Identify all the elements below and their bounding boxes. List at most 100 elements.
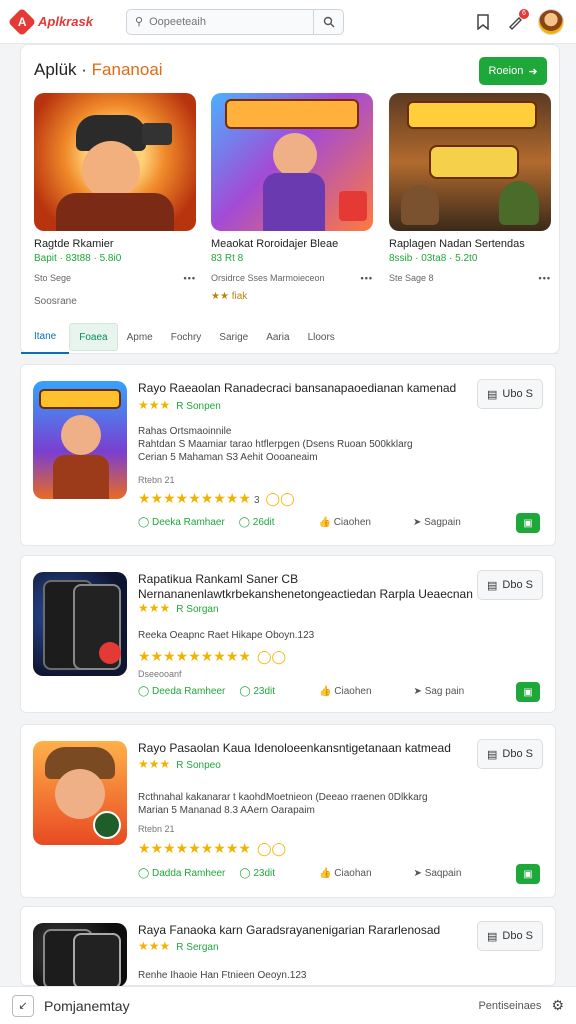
tab-area[interactable]: Aaria <box>257 321 298 354</box>
notification-icon[interactable]: 6 <box>506 8 529 31</box>
download-icon: ▤ <box>487 388 498 401</box>
desc-line: Rahtdan S Maamiar tarao htflerpgen (Dsen… <box>138 439 413 450</box>
game-thumbnail[interactable] <box>389 93 551 231</box>
app-rating: ★★★ R Sonpen <box>138 398 221 412</box>
logo-text: Aplkrask <box>38 14 93 29</box>
install-button[interactable]: ▣ <box>516 513 540 533</box>
collapse-icon[interactable]: ↙ <box>12 994 34 1017</box>
game-price: Bapit · 83t88 · 5.8i0 <box>34 253 122 264</box>
search-input[interactable] <box>143 15 313 28</box>
share-button[interactable]: ➤ Sag pain <box>414 686 465 697</box>
download-button[interactable]: ▤ Dbo S <box>477 570 543 600</box>
tab-apps[interactable]: Apme <box>118 321 162 354</box>
featured-title: Aplük · Fananoai <box>34 60 163 80</box>
game-name: Raplagen Nadan Sertendas <box>389 238 525 250</box>
game-name: Meaokat Roroidajer Bleae <box>211 238 339 250</box>
download-label: Ubo S <box>502 388 533 400</box>
desc-line: Marian 5 Mananad 8.3 AAern Oarapaim <box>138 805 315 816</box>
install-button[interactable]: ▣ <box>516 682 540 702</box>
controller-icon: ◯◯ <box>265 491 295 506</box>
more-options-icon[interactable]: ••• <box>539 273 551 283</box>
arrow-right-icon: ➜ <box>528 65 538 78</box>
app-thumbnail[interactable] <box>33 923 127 987</box>
featured-game-card[interactable]: Raplagen Nadan Sertendas 8ssib · 03ta8 ·… <box>389 93 551 283</box>
app-rating: ★★★ R Sorgan <box>138 601 219 615</box>
logo-mark-icon: A <box>7 7 37 36</box>
tab-featured[interactable]: Foaea <box>69 323 118 351</box>
like-button[interactable]: 👍 Ciaohen <box>318 517 371 528</box>
share-button[interactable]: ➤ Saqpain <box>414 868 462 879</box>
game-meta: Orsidrce Sses Marmoieceon <box>211 273 325 283</box>
tab-series[interactable]: Sarige <box>210 321 257 354</box>
download-button[interactable]: ▤ Ubo S <box>477 379 543 409</box>
developer-link[interactable]: ◯ Dadda Ramheer <box>138 868 225 879</box>
game-thumbnail[interactable] <box>211 93 373 231</box>
desc-line: Rahas Ortsmaoinnile <box>138 426 232 437</box>
game-badge: ★★ fiak <box>211 291 248 302</box>
download-button[interactable]: ▤ Dbo S <box>477 921 543 951</box>
bookmark-icon[interactable] <box>474 13 492 31</box>
app-title[interactable]: Raya Fanaoka karn Garadsrayanenigarian R… <box>138 923 478 938</box>
star-rating: ★★★★★★★★★ ◯◯ <box>138 840 287 856</box>
game-price: 83 Rt 8 <box>211 253 244 264</box>
logo-mark-letter: A <box>17 14 27 29</box>
notification-count-badge: 6 <box>519 8 529 19</box>
desc-line: Rcthnahal kakanarar t kaohdMoetnieon (De… <box>138 792 428 803</box>
size-info: ◯ 23dit <box>239 686 276 697</box>
like-button[interactable]: 👍 Ciaohen <box>319 686 372 697</box>
featured-game-card[interactable]: Meaokat Roroidajer Bleae 83 Rt 8 Orsidrc… <box>211 93 373 302</box>
share-button[interactable]: ➤ Sagpain <box>413 517 461 528</box>
download-icon: ▤ <box>487 748 498 761</box>
app-title[interactable]: Rayo Raeaolan Ranadecraci bansanapaoedia… <box>138 381 478 396</box>
tab-home[interactable]: Itane <box>21 321 70 354</box>
game-price: 8ssib · 03ta8 · 5.2t0 <box>389 253 478 264</box>
game-thumbnail[interactable] <box>34 93 196 231</box>
app-logo[interactable]: A Aplkrask <box>7 7 116 36</box>
featured-subtitle: Soosrane <box>34 296 77 307</box>
more-options-icon[interactable]: ••• <box>361 273 373 283</box>
rating-label: R Sonpeo <box>176 760 221 771</box>
download-button[interactable]: ▤ Dbo S <box>477 739 543 769</box>
like-button[interactable]: 👍 Ciaohan <box>319 868 372 879</box>
install-button[interactable]: ▣ <box>516 864 540 884</box>
featured-action-label: Roeion <box>488 65 524 77</box>
star-rating: ★★★★★★★★★ ◯◯ <box>138 648 287 664</box>
app-rating: ★★★ R Sonpeo <box>138 757 221 771</box>
download-label: Dbo S <box>502 930 533 942</box>
rating-label: R Sergan <box>176 942 219 953</box>
featured-action-button[interactable]: Roeion ➜ <box>479 57 547 85</box>
app-thumbnail[interactable] <box>33 741 127 845</box>
download-icon: ▤ <box>487 930 498 943</box>
app-title[interactable]: Rayo Pasaolan Kaua Idenoloeenkansntigeta… <box>138 741 478 756</box>
tab-more[interactable]: Lloors <box>299 321 344 354</box>
search-icon <box>323 16 334 27</box>
app-thumbnail[interactable] <box>33 572 127 676</box>
controller-icon: ◯◯ <box>256 649 287 664</box>
app-list-item[interactable]: Rayo Raeaolan Ranadecraci bansanapaoedia… <box>20 364 556 546</box>
featured-title-main: Aplük · <box>34 60 87 79</box>
app-title[interactable]: Rapatikua Rankaml Saner CB Nernananenlaw… <box>138 572 478 602</box>
more-options-icon[interactable]: ••• <box>184 273 196 283</box>
download-icon: ▤ <box>487 579 498 592</box>
top-header: A Aplkrask ⚲ 6 <box>0 0 576 44</box>
featured-title-accent: Fananoai <box>91 60 163 79</box>
size-info: ◯ 23dit <box>239 868 276 879</box>
app-small-info: Rtebn 21 <box>138 475 175 485</box>
app-thumbnail[interactable] <box>33 381 127 499</box>
developer-link[interactable]: ◯ Deeka Ramhaer <box>138 517 225 528</box>
app-list-item[interactable]: Rapatikua Rankaml Saner CB Nernananenlaw… <box>20 555 556 713</box>
bottom-bar-status[interactable]: Pentiseinaes <box>478 1000 541 1012</box>
app-list-item[interactable]: Rayo Pasaolan Kaua Idenoloeenkansntigeta… <box>20 724 556 898</box>
tab-category[interactable]: Fochry <box>162 321 211 354</box>
settings-icon[interactable]: ⚙ <box>551 997 564 1014</box>
download-label: Dbo S <box>502 579 533 591</box>
game-meta: Sto Sege <box>34 273 72 283</box>
featured-game-card[interactable]: Ragtde Rkamier Bapit · 83t88 · 5.8i0 Sto… <box>34 93 196 283</box>
user-avatar[interactable] <box>538 8 564 35</box>
app-footer: ◯ Deeda Ramheer ◯ 23dit 👍 Ciaohen ➤ Sag … <box>138 686 538 697</box>
app-description: Reeka Oeapnc Raet Hikape Oboyn.123 <box>138 629 468 642</box>
app-list-item[interactable]: Raya Fanaoka karn Garadsrayanenigarian R… <box>20 906 556 987</box>
category-tabs: Itane Foaea Apme Fochry Sarige Aaria Llo… <box>21 321 559 354</box>
search-button[interactable] <box>313 9 343 34</box>
developer-link[interactable]: ◯ Deeda Ramheer <box>138 686 225 697</box>
